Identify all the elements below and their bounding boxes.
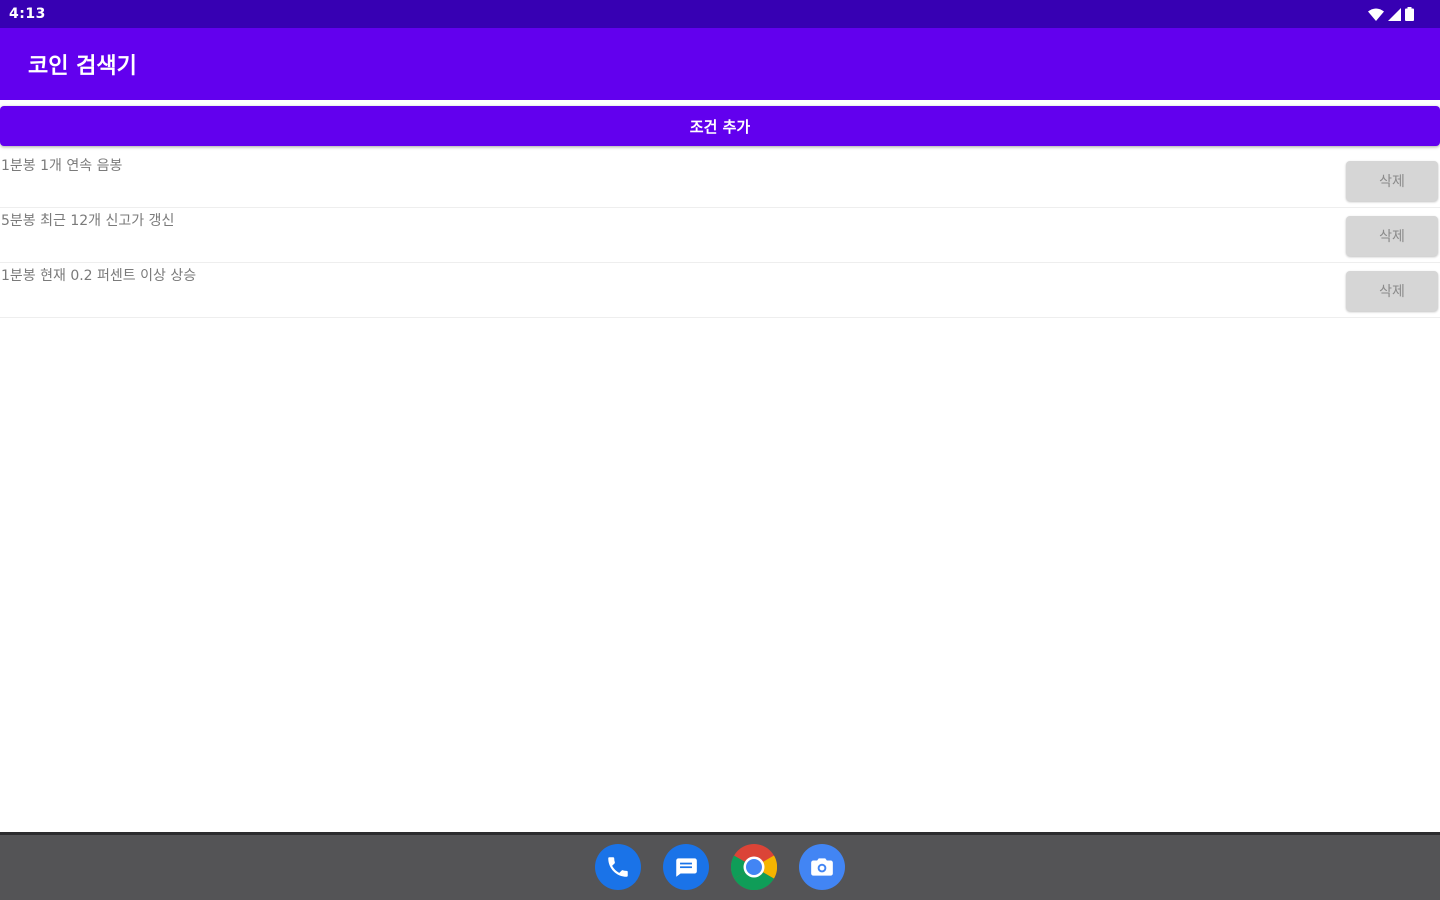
app-title: 코인 검색기	[28, 54, 137, 79]
signal-icon	[1388, 7, 1401, 21]
add-condition-button[interactable]: 조건 추가	[0, 106, 1440, 146]
app-dock	[0, 832, 1440, 900]
status-time: 4:13	[9, 6, 46, 22]
camera-icon[interactable]	[799, 843, 845, 890]
delete-button[interactable]: 삭제	[1346, 216, 1438, 256]
app-bar: 코인 검색기	[0, 28, 1440, 100]
status-bar: 4:13	[0, 0, 1440, 28]
delete-button[interactable]: 삭제	[1346, 161, 1438, 201]
condition-text: 1분봉 1개 연속 음봉	[1, 158, 123, 174]
condition-row: 1분봉 1개 연속 음봉 삭제	[0, 153, 1440, 208]
status-icons	[1368, 7, 1414, 21]
delete-button[interactable]: 삭제	[1346, 271, 1438, 311]
wifi-icon	[1368, 8, 1384, 21]
condition-row: 5분봉 최근 12개 신고가 갱신 삭제	[0, 208, 1440, 263]
app-screen: 4:13 코인 검색기 조건 추가 1분봉 1개 연속 음봉 삭제 5분봉 최근…	[0, 0, 1440, 900]
phone-icon[interactable]	[595, 843, 641, 890]
condition-row: 1분봉 현재 0.2 퍼센트 이상 상승 삭제	[0, 263, 1440, 318]
chrome-icon[interactable]	[731, 843, 777, 890]
condition-text: 5분봉 최근 12개 신고가 갱신	[1, 213, 175, 229]
condition-list: 1분봉 1개 연속 음봉 삭제 5분봉 최근 12개 신고가 갱신 삭제 1분봉…	[0, 153, 1440, 318]
battery-icon	[1405, 7, 1414, 21]
messages-icon[interactable]	[663, 843, 709, 890]
condition-text: 1분봉 현재 0.2 퍼센트 이상 상승	[1, 268, 197, 284]
